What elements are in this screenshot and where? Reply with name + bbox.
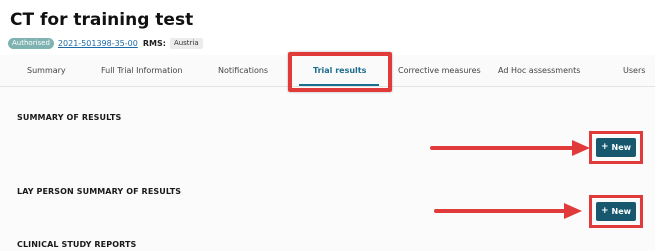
tab-notifications[interactable]: Notifications xyxy=(218,66,268,75)
new-button-highlight-summary: + New xyxy=(589,131,643,164)
tab-summary[interactable]: Summary xyxy=(27,66,66,75)
section-title-clinical-study-reports: CLINICAL STUDY REPORTS xyxy=(17,240,137,249)
rms-country-chip: Austria xyxy=(169,37,203,49)
tab-users[interactable]: Users xyxy=(623,66,645,75)
arrow-right-icon xyxy=(434,203,582,219)
new-summary-button[interactable]: + New xyxy=(596,138,636,157)
tab-ad-hoc-assessments[interactable]: Ad Hoc assessments xyxy=(498,66,580,75)
tab-highlight-box xyxy=(288,52,392,92)
trial-header: CT for training test Authorised 2021-501… xyxy=(0,0,655,55)
new-summary-button-label: New xyxy=(611,143,632,152)
section-title-summary-of-results: SUMMARY OF RESULTS xyxy=(17,113,122,122)
plus-icon: + xyxy=(600,142,609,152)
trial-meta-row: Authorised 2021-501398-35-00 RMS: Austri… xyxy=(8,37,203,49)
plus-icon: + xyxy=(600,206,609,216)
new-lay-summary-button-label: New xyxy=(611,207,632,216)
section-title-lay-person-summary: LAY PERSON SUMMARY OF RESULTS xyxy=(17,187,182,196)
arrow-right-icon xyxy=(430,140,590,156)
tab-corrective-measures[interactable]: Corrective measures xyxy=(398,66,481,75)
rms-label: RMS: xyxy=(142,38,166,48)
new-button-highlight-lay-summary: + New xyxy=(589,195,643,228)
page-title: CT for training test xyxy=(10,10,194,30)
status-badge: Authorised xyxy=(8,37,54,49)
tab-full-trial-information[interactable]: Full Trial Information xyxy=(101,66,182,75)
trial-id-link[interactable]: 2021-501398-35-00 xyxy=(58,39,138,48)
new-lay-summary-button[interactable]: + New xyxy=(596,202,636,221)
